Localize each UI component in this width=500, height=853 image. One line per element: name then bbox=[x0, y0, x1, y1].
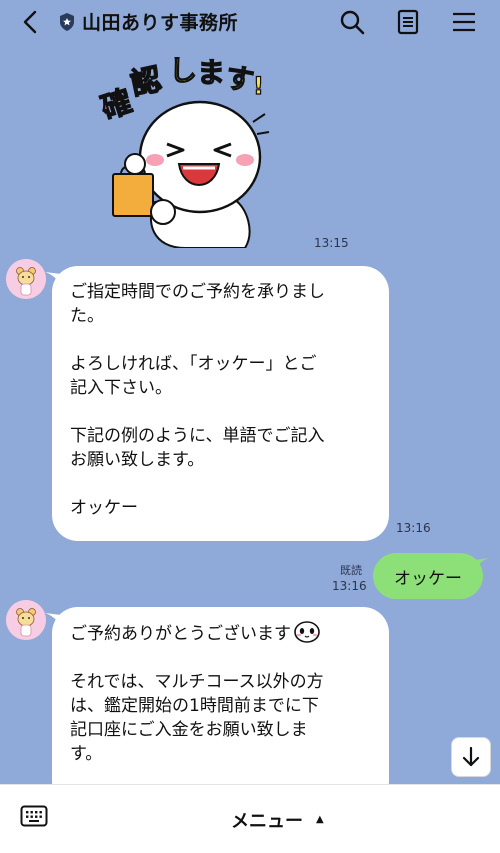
scroll-down-button[interactable] bbox=[451, 737, 491, 777]
message-text-line: 記口座にご入金をお願い致しま bbox=[70, 720, 308, 740]
note-icon[interactable] bbox=[394, 8, 422, 36]
chevron-left-icon[interactable] bbox=[18, 9, 42, 35]
arrow-down-icon bbox=[462, 746, 480, 767]
message-bubble-outgoing[interactable]: オッケー bbox=[373, 553, 489, 599]
shield-icon bbox=[58, 12, 76, 32]
chat-title-wrap[interactable]: 山田ありす事務所 bbox=[58, 8, 238, 35]
hamburger-icon[interactable] bbox=[450, 8, 478, 36]
message-text-line: は、鑑定開始の1時間前までに下 bbox=[70, 696, 319, 716]
avatar[interactable] bbox=[6, 259, 46, 299]
message-text-line: た。 bbox=[70, 306, 104, 326]
read-receipt: 既読 bbox=[340, 564, 362, 577]
svg-text:!: ! bbox=[253, 72, 264, 100]
sticker-message[interactable]: 確 認 し ま す ! bbox=[95, 52, 270, 249]
bottom-menu-bar: メニュー ▲ bbox=[0, 784, 500, 853]
message-text-line: ご予約ありがとうございます bbox=[70, 621, 371, 646]
message-bubble-incoming[interactable]: ご指定時間でのご予約を承りまし た。 よろしければ、「オッケー」とご 記入下さい… bbox=[45, 266, 389, 541]
message-text: オッケー bbox=[394, 568, 462, 589]
caret-up-icon[interactable]: ▲ bbox=[316, 814, 324, 825]
svg-text:ま: ま bbox=[197, 56, 225, 89]
message-text-line: お願い致します。 bbox=[70, 450, 205, 470]
keyboard-icon[interactable] bbox=[20, 805, 48, 827]
avatar[interactable] bbox=[6, 600, 46, 640]
rich-menu-toggle[interactable]: メニュー bbox=[231, 807, 303, 833]
message-text-line: オッケー bbox=[70, 498, 138, 518]
message-text-line: それでは、マルチコース以外の方 bbox=[70, 672, 324, 692]
chat-header: 山田ありす事務所 bbox=[0, 0, 500, 44]
chat-title: 山田ありす事務所 bbox=[82, 12, 239, 34]
message-text-line: 記入下さい。 bbox=[70, 378, 172, 398]
message-text-line: す。 bbox=[70, 744, 103, 764]
svg-text:し: し bbox=[169, 54, 197, 87]
message-time: 13:16 bbox=[396, 521, 431, 535]
svg-text:す: す bbox=[223, 61, 256, 98]
message-time: 13:16 bbox=[332, 579, 367, 593]
emoji-face-icon bbox=[293, 621, 321, 643]
svg-text:認: 認 bbox=[128, 62, 165, 102]
message-time: 13:15 bbox=[314, 236, 349, 250]
svg-text:確: 確 bbox=[97, 84, 136, 127]
message-text-line: ご指定時間でのご予約を承りまし bbox=[70, 282, 325, 302]
search-icon[interactable] bbox=[338, 8, 366, 36]
message-bubble-incoming[interactable]: ご予約ありがとうございます それでは、マルチコース以外の方 は、鑑定開始の1時間… bbox=[45, 607, 389, 807]
message-text-line: 下記の例のように、単語でご記入 bbox=[70, 426, 325, 446]
message-text-line: よろしければ、「オッケー」とご bbox=[70, 354, 317, 374]
